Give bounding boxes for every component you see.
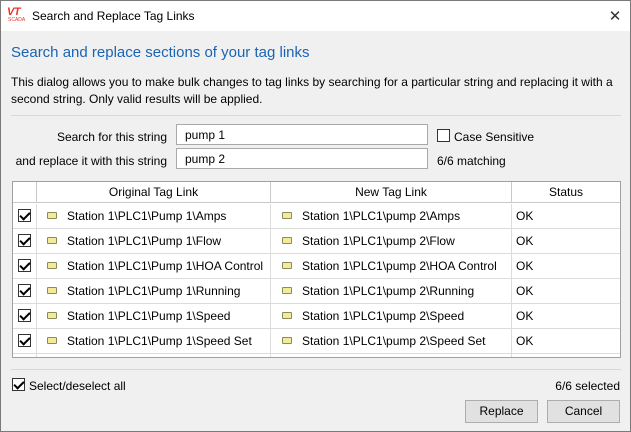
header-status[interactable]: Status [512,182,620,203]
table-row[interactable]: Station 1\PLC1\Pump 1\Speed Set Station 1… [13,329,620,354]
select-all-checkbox[interactable] [12,378,25,391]
original-tag-link: Station 1\PLC1\Pump 1\Speed [67,309,231,323]
tag-link-grid: Original Tag Link New Tag Link Status St… [12,181,621,358]
row-select-cell [13,304,37,329]
header-original[interactable]: Original Tag Link [37,182,271,203]
new-tag-link: Station 1\PLC1\pump 2\Amps [302,209,461,223]
replace-label: and replace it with this string [15,154,167,168]
search-label: Search for this string [56,130,167,144]
new-cell: Station 1\PLC1\pump 2\Running [271,279,512,304]
tag-icon [47,237,57,244]
cancel-button[interactable]: Cancel [547,400,620,423]
case-sensitive-checkbox[interactable] [437,129,450,142]
replace-input[interactable] [176,148,428,169]
close-button[interactable]: ✕ [600,1,630,31]
status-cell: OK [512,304,620,329]
new-cell: Station 1\PLC1\pump 2\Flow [271,229,512,254]
new-cell: Station 1\PLC1\pump 2\HOA Control [271,254,512,279]
header-new[interactable]: New Tag Link [271,182,512,203]
new-cell: Station 1\PLC1\pump 2\Amps [271,204,512,229]
new-cell: Station 1\PLC1\pump 2\Speed [271,304,512,329]
logo-subtext: SCADA [8,17,26,23]
status-cell: OK [512,279,620,304]
tag-icon [47,312,57,319]
new-tag-link: Station 1\PLC1\pump 2\Running [302,284,475,298]
row-checkbox[interactable] [18,334,31,347]
window-title: Search and Replace Tag Links [32,9,195,23]
status-cell: OK [512,254,620,279]
row-checkbox[interactable] [18,259,31,272]
original-cell: Station 1\PLC1\Pump 1\Speed Set [37,329,271,354]
status-cell: OK [512,229,620,254]
original-tag-link: Station 1\PLC1\Pump 1\Amps [67,209,227,223]
row-checkbox[interactable] [18,309,31,322]
status-text: OK [516,234,534,248]
tag-icon [47,287,57,294]
status-cell: OK [512,204,620,229]
status-text: OK [516,284,534,298]
tag-icon [47,212,57,219]
original-tag-link: Station 1\PLC1\Pump 1\Flow [67,234,222,248]
separator [11,115,621,116]
tag-icon [282,312,292,319]
table-row[interactable]: Station 1\PLC1\Pump 1\Speed Station 1\PLC… [13,304,620,329]
new-cell: Station 1\PLC1\pump 2\Speed Set [271,329,512,354]
row-select-cell [13,254,37,279]
header-select [13,182,37,203]
dialog-heading: Search and replace sections of your tag … [11,44,310,61]
tag-icon [282,237,292,244]
tag-icon [282,337,292,344]
status-text: OK [516,309,534,323]
dialog-window: VT SCADA Search and Replace Tag Links ✕ … [0,0,631,432]
replace-button[interactable]: Replace [465,400,538,423]
row-select-cell [13,329,37,354]
app-logo-icon: VT SCADA [7,6,26,24]
original-cell: Station 1\PLC1\Pump 1\Speed [37,304,271,329]
dialog-description: This dialog allows you to make bulk chan… [11,75,613,106]
table-row[interactable]: Station 1\PLC1\Pump 1\Flow Station 1\PLC1… [13,229,620,254]
original-cell: Station 1\PLC1\Pump 1\Running [37,279,271,304]
original-cell: Station 1\PLC1\Pump 1\HOA Control [37,254,271,279]
status-cell: OK [512,329,620,354]
new-tag-link: Station 1\PLC1\pump 2\Speed [302,309,465,323]
row-select-cell [13,229,37,254]
close-icon: ✕ [608,8,622,25]
tag-icon [282,212,292,219]
row-checkbox[interactable] [18,284,31,297]
empty-row [13,354,620,357]
table-row[interactable]: Station 1\PLC1\Pump 1\Amps Station 1\PLC1… [13,204,620,229]
row-checkbox[interactable] [18,209,31,222]
status-text: OK [516,259,534,273]
tag-icon [47,337,57,344]
separator [11,369,621,370]
grid-header: Original Tag Link New Tag Link Status [13,182,620,203]
title-bar: VT SCADA Search and Replace Tag Links ✕ [1,1,630,31]
status-text: OK [516,334,534,348]
case-sensitive-label: Case Sensitive [454,130,535,144]
row-checkbox[interactable] [18,234,31,247]
original-tag-link: Station 1\PLC1\Pump 1\Speed Set [67,334,252,348]
status-text: OK [516,209,534,223]
row-select-cell [13,279,37,304]
original-tag-link: Station 1\PLC1\Pump 1\HOA Control [67,259,264,273]
tag-icon [282,262,292,269]
table-row[interactable]: Station 1\PLC1\Pump 1\Running Station 1\P… [13,279,620,304]
original-cell: Station 1\PLC1\Pump 1\Flow [37,229,271,254]
select-all-label: Select/deselect all [29,379,126,393]
original-tag-link: Station 1\PLC1\Pump 1\Running [67,284,241,298]
new-tag-link: Station 1\PLC1\pump 2\Flow [302,234,455,248]
row-select-cell [13,204,37,229]
matching-count: 6/6 matching [437,154,506,168]
new-tag-link: Station 1\PLC1\pump 2\Speed Set [302,334,486,348]
new-tag-link: Station 1\PLC1\pump 2\HOA Control [302,259,497,273]
original-cell: Station 1\PLC1\Pump 1\Amps [37,204,271,229]
tag-icon [282,287,292,294]
search-input[interactable] [176,124,428,145]
selected-count: 6/6 selected [555,379,620,393]
tag-icon [47,262,57,269]
table-row[interactable]: Station 1\PLC1\Pump 1\HOA Control Station… [13,254,620,279]
